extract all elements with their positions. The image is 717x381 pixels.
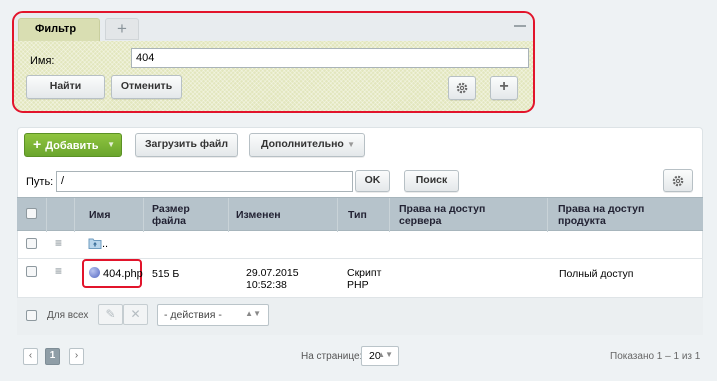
file-type-line1: Скрипт: [347, 267, 382, 279]
select-arrows-icon: ▲▼: [377, 350, 393, 359]
file-type-line2: PHP: [347, 279, 369, 291]
per-page-label: На странице:: [301, 351, 363, 362]
table-row-file[interactable]: 404.php: [89, 267, 143, 280]
gear-icon: [672, 175, 684, 187]
upload-file-button[interactable]: Загрузить файл: [135, 133, 238, 157]
page-1-button[interactable]: 1: [45, 348, 60, 365]
folder-up-icon: [88, 238, 102, 249]
prev-page-button[interactable]: ‹: [23, 348, 38, 365]
add-label: Добавить: [45, 140, 99, 152]
php-file-icon: [89, 267, 100, 278]
plus-icon: +: [499, 78, 509, 95]
dropdown-arrow-icon: ▼: [347, 140, 355, 149]
file-modified-time: 10:52:38: [246, 279, 287, 291]
gear-icon: [456, 82, 468, 94]
up-dir-label: ..: [102, 238, 109, 250]
column-header-server-access[interactable]: Права на доступ сервера: [399, 198, 519, 232]
filter-panel: Фильтр + Имя: 404 Найти Отменить +: [12, 11, 535, 113]
row-checkbox[interactable]: [26, 266, 37, 277]
file-size: 515 Б: [152, 268, 180, 280]
plus-icon: +: [33, 136, 42, 152]
column-header-name[interactable]: Имя: [89, 198, 110, 232]
ok-button[interactable]: OK: [355, 170, 390, 192]
file-name-link[interactable]: 404.php: [103, 268, 143, 280]
search-button[interactable]: Поиск: [404, 170, 459, 192]
list-settings-button[interactable]: [663, 169, 693, 192]
select-all-checkbox[interactable]: [26, 208, 37, 219]
add-button[interactable]: + Добавить ▼: [24, 133, 122, 157]
column-header-modified[interactable]: Изменен: [236, 198, 281, 232]
table-header: Имя Размер файла Изменен Тип Права на до…: [17, 197, 703, 232]
table-row-up[interactable]: ..: [88, 237, 108, 250]
row-checkbox[interactable]: [26, 238, 37, 249]
per-page-select[interactable]: 20 ▲▼: [361, 346, 399, 366]
file-modified-date: 29.07.2015: [246, 267, 299, 279]
column-header-size[interactable]: Размер файла: [152, 198, 222, 232]
find-button[interactable]: Найти: [26, 75, 105, 99]
name-label: Имя:: [30, 55, 55, 67]
pencil-icon: ✎: [105, 307, 116, 321]
dropdown-arrow-icon: ▼: [107, 140, 115, 149]
filter-settings-button[interactable]: [448, 76, 476, 100]
column-header-product-access[interactable]: Права на доступ продукта: [558, 198, 678, 232]
actions-select[interactable]: - действия - ▲▼: [157, 304, 269, 326]
filter-add-field-button[interactable]: +: [490, 76, 518, 100]
for-all-checkbox[interactable]: [26, 310, 37, 321]
add-tab-button[interactable]: +: [105, 18, 139, 40]
row-menu-icon[interactable]: ≡: [55, 236, 62, 250]
more-label: Дополнительно: [261, 138, 344, 150]
close-icon: ✕: [130, 307, 141, 321]
shown-count: Показано 1 – 1 из 1: [610, 351, 701, 362]
next-page-button[interactable]: ›: [69, 348, 84, 365]
name-filter-input[interactable]: 404: [131, 48, 529, 68]
cancel-button[interactable]: Отменить: [111, 75, 182, 99]
select-arrows-icon: ▲▼: [245, 309, 261, 318]
column-header-type[interactable]: Тип: [348, 198, 367, 232]
path-input[interactable]: /: [56, 171, 353, 192]
actions-select-value: - действия -: [164, 309, 222, 321]
collapse-filter-icon[interactable]: [514, 25, 526, 27]
for-all-label: Для всех: [47, 310, 89, 321]
delete-button[interactable]: ✕: [123, 304, 148, 325]
edit-button[interactable]: ✎: [98, 304, 123, 325]
row-menu-icon[interactable]: ≡: [55, 264, 62, 278]
more-actions-button[interactable]: Дополнительно ▼: [249, 133, 365, 157]
tab-filter[interactable]: Фильтр: [18, 18, 100, 41]
file-product-access: Полный доступ: [559, 268, 634, 280]
path-label: Путь:: [26, 176, 54, 188]
